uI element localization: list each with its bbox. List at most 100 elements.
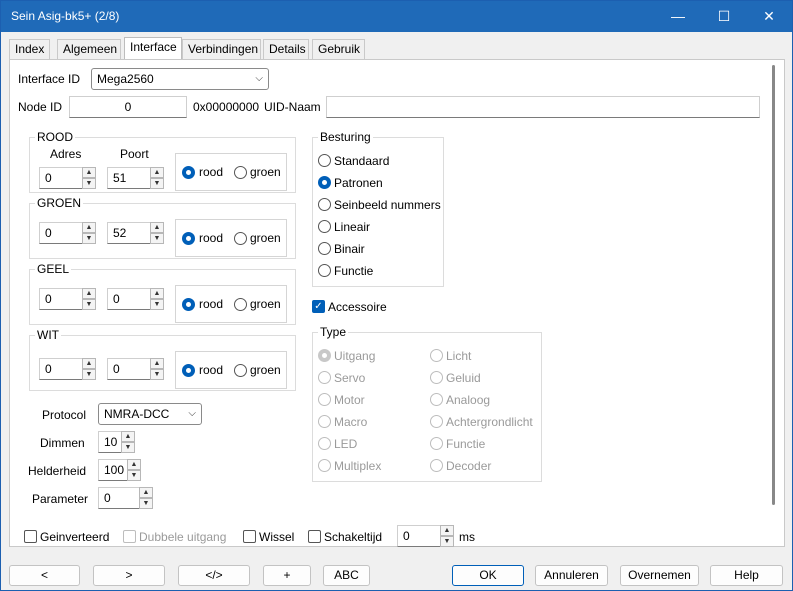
radio-decoder[interactable]	[430, 459, 443, 472]
interface-id-select[interactable]: Mega2560 ⌵	[91, 68, 269, 90]
uid-input[interactable]	[326, 96, 760, 118]
abc-button[interactable]: ABC	[323, 565, 370, 586]
spin-down-icon[interactable]: ▼	[150, 299, 164, 310]
wit-poort-value[interactable]: 0	[107, 358, 151, 380]
spin-down-icon[interactable]: ▼	[82, 178, 96, 189]
spin-down-icon[interactable]: ▼	[127, 470, 141, 481]
type-option: Multiplex	[334, 459, 382, 473]
tab-details[interactable]: Details	[263, 39, 309, 59]
spin-up-icon[interactable]: ▲	[121, 431, 135, 442]
spin-up-icon[interactable]: ▲	[440, 525, 454, 536]
radio-label: groen	[250, 297, 281, 311]
radio-binair[interactable]	[318, 242, 331, 255]
radio-geel-groen[interactable]	[234, 298, 247, 311]
spin-down-icon[interactable]: ▼	[440, 536, 454, 547]
type-option: Achtergrondlicht	[446, 415, 533, 429]
radio-rood-rood[interactable]	[182, 166, 195, 179]
prev-button[interactable]: <	[9, 565, 80, 586]
spin-up-icon[interactable]: ▲	[150, 288, 164, 299]
radio-lineair[interactable]	[318, 220, 331, 233]
wissel-checkbox[interactable]	[243, 530, 256, 543]
schakeltijd-value[interactable]: 0	[397, 525, 441, 547]
protocol-select[interactable]: NMRA-DCC ⌵	[98, 403, 202, 425]
spin-up-icon[interactable]: ▲	[82, 288, 96, 299]
node-id-input[interactable]: 0	[69, 96, 187, 118]
code-button[interactable]: </>	[178, 565, 250, 586]
group-rood-title: ROOD	[35, 130, 75, 144]
wissel-label: Wissel	[259, 530, 295, 544]
rood-poort-value[interactable]: 51	[107, 167, 151, 189]
wit-adres-value[interactable]: 0	[39, 358, 83, 380]
tab-verbindingen[interactable]: Verbindingen	[182, 39, 261, 59]
overnemen-button[interactable]: Overnemen	[620, 565, 699, 586]
dubbele-uitgang-checkbox[interactable]	[123, 530, 136, 543]
spin-up-icon[interactable]: ▲	[127, 459, 141, 470]
radio-patronen[interactable]	[318, 176, 331, 189]
spin-up-icon[interactable]: ▲	[150, 358, 164, 369]
radio-achtergrondlicht[interactable]	[430, 415, 443, 428]
radio-macro[interactable]	[318, 415, 331, 428]
groen-poort-value[interactable]: 52	[107, 222, 151, 244]
spin-up-icon[interactable]: ▲	[82, 167, 96, 178]
helderheid-value[interactable]: 100	[98, 459, 128, 481]
ok-button[interactable]: OK	[452, 565, 524, 586]
schakeltijd-checkbox[interactable]	[308, 530, 321, 543]
groen-adres-value[interactable]: 0	[39, 222, 83, 244]
radio-multiplex[interactable]	[318, 459, 331, 472]
spin-down-icon[interactable]: ▼	[121, 442, 135, 453]
spin-down-icon[interactable]: ▼	[82, 299, 96, 310]
next-button[interactable]: >	[93, 565, 165, 586]
annuleren-button[interactable]: Annuleren	[535, 565, 608, 586]
spin-up-icon[interactable]: ▲	[82, 358, 96, 369]
radio-type-functie[interactable]	[430, 437, 443, 450]
radio-seinbeeld-nummers[interactable]	[318, 198, 331, 211]
radio-licht[interactable]	[430, 349, 443, 362]
radio-uitgang[interactable]	[318, 349, 331, 362]
tab-gebruik[interactable]: Gebruik	[312, 39, 365, 59]
radio-geel-rood[interactable]	[182, 298, 195, 311]
radio-servo[interactable]	[318, 371, 331, 384]
radio-wit-rood[interactable]	[182, 364, 195, 377]
accessoire-checkbox[interactable]: ✓	[312, 300, 325, 313]
tab-interface[interactable]: Interface	[124, 37, 182, 59]
besturing-option: Patronen	[334, 176, 383, 190]
radio-standaard[interactable]	[318, 154, 331, 167]
spin-up-icon[interactable]: ▲	[139, 487, 153, 498]
radio-groen-rood[interactable]	[182, 232, 195, 245]
title-bar[interactable]: Sein Asig-bk5+ (2/8) — ☐ ✕	[1, 1, 792, 32]
dubbele-uitgang-label: Dubbele uitgang	[139, 530, 227, 544]
radio-groen-groen[interactable]	[234, 232, 247, 245]
radio-functie[interactable]	[318, 264, 331, 277]
geel-poort-value[interactable]: 0	[107, 288, 151, 310]
dimmen-value[interactable]: 10	[98, 431, 122, 453]
radio-wit-groen[interactable]	[234, 364, 247, 377]
spin-down-icon[interactable]: ▼	[150, 233, 164, 244]
geinverteerd-checkbox[interactable]	[24, 530, 37, 543]
spin-down-icon[interactable]: ▼	[139, 498, 153, 509]
vertical-scrollbar[interactable]	[769, 65, 779, 547]
radio-rood-groen[interactable]	[234, 166, 247, 179]
rood-adres-value[interactable]: 0	[39, 167, 83, 189]
radio-motor[interactable]	[318, 393, 331, 406]
spin-up-icon[interactable]: ▲	[150, 222, 164, 233]
radio-analoog[interactable]	[430, 393, 443, 406]
spin-down-icon[interactable]: ▼	[82, 233, 96, 244]
maximize-icon[interactable]: ☐	[701, 1, 747, 32]
close-icon[interactable]: ✕	[746, 1, 792, 32]
radio-geluid[interactable]	[430, 371, 443, 384]
help-button[interactable]: Help	[710, 565, 783, 586]
geel-color-box: rood groen	[175, 285, 287, 323]
scrollbar-thumb[interactable]	[772, 65, 775, 505]
tab-index[interactable]: Index	[9, 39, 50, 59]
spin-up-icon[interactable]: ▲	[150, 167, 164, 178]
spin-down-icon[interactable]: ▼	[82, 369, 96, 380]
spin-up-icon[interactable]: ▲	[82, 222, 96, 233]
spin-down-icon[interactable]: ▼	[150, 178, 164, 189]
radio-led[interactable]	[318, 437, 331, 450]
tab-algemeen[interactable]: Algemeen	[57, 39, 121, 59]
parameter-value[interactable]: 0	[98, 487, 140, 509]
plus-button[interactable]: +	[263, 565, 311, 586]
minimize-icon[interactable]: —	[655, 1, 701, 32]
geel-adres-value[interactable]: 0	[39, 288, 83, 310]
spin-down-icon[interactable]: ▼	[150, 369, 164, 380]
